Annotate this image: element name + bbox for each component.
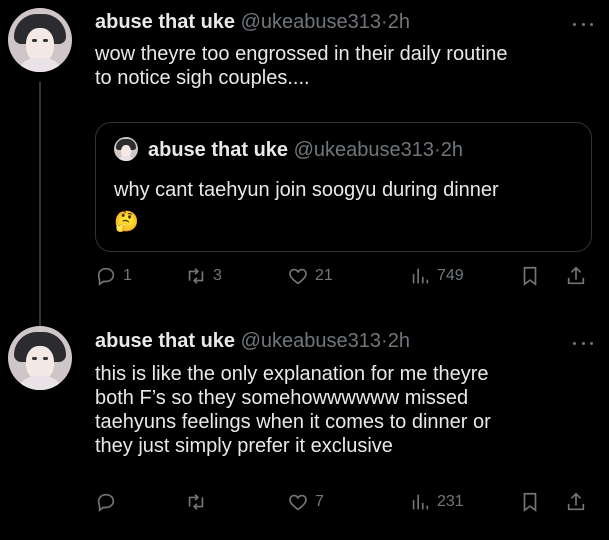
quoted-tweet[interactable]: abuse that uke @ukeabuse313·2h why cant … xyxy=(95,122,592,252)
reply-icon xyxy=(97,267,115,286)
user-handle[interactable]: @ukeabuse313 xyxy=(241,11,381,33)
views-count: 231 xyxy=(437,493,464,510)
tweet[interactable]: abuse that uke @ukeabuse313·2h this is l… xyxy=(0,310,609,540)
views-button[interactable]: 749 xyxy=(409,264,464,288)
retweet-icon xyxy=(188,268,204,284)
user-avatar[interactable] xyxy=(8,8,72,72)
views-icon xyxy=(412,494,429,510)
like-button[interactable]: 7 xyxy=(287,490,324,514)
reply-count: 1 xyxy=(123,267,132,284)
quote-text: why cant taehyun join soogyu during dinn… xyxy=(114,179,499,201)
bookmark-button[interactable] xyxy=(519,264,541,288)
like-icon xyxy=(289,494,307,511)
share-icon xyxy=(567,492,585,511)
separator-dot: · xyxy=(381,330,388,352)
views-button[interactable]: 231 xyxy=(409,490,464,514)
tweet-actions: 7 231 xyxy=(95,490,595,514)
share-button[interactable] xyxy=(565,264,587,288)
quote-header: abuse that uke @ukeabuse313·2h xyxy=(148,138,463,162)
reply-icon xyxy=(97,493,115,512)
like-icon xyxy=(289,268,307,285)
tweet-timestamp[interactable]: 2h xyxy=(388,330,410,352)
share-button[interactable] xyxy=(565,490,587,514)
timeline: abuse that uke @ukeabuse313·2h wow theyr… xyxy=(0,0,609,540)
separator-dot: · xyxy=(434,139,441,161)
tweet-text: wow theyre too engrossed in their daily … xyxy=(95,42,595,90)
tweet-text: this is like the only explanation for me… xyxy=(95,362,595,458)
tweet-text-line: to notice sigh couples.... xyxy=(95,67,310,89)
display-name[interactable]: abuse that uke xyxy=(95,330,235,352)
retweet-icon xyxy=(188,494,204,510)
views-count: 749 xyxy=(437,267,464,284)
bookmark-button[interactable] xyxy=(519,490,541,514)
user-avatar[interactable] xyxy=(8,326,72,390)
tweet[interactable]: abuse that uke @ukeabuse313·2h wow theyr… xyxy=(0,0,609,327)
quote-timestamp: 2h xyxy=(440,139,463,161)
tweet-timestamp[interactable]: 2h xyxy=(388,11,410,33)
display-name[interactable]: abuse that uke xyxy=(95,11,235,33)
tweet-text-line: wow theyre too engrossed in their daily … xyxy=(95,43,508,65)
thinking-face-emoji: 🤔 xyxy=(114,209,139,233)
bookmark-icon xyxy=(523,492,537,512)
quote-avatar[interactable] xyxy=(114,137,138,161)
thread-connector-line xyxy=(39,82,41,327)
retweet-button[interactable]: 3 xyxy=(185,264,222,288)
separator-dot: · xyxy=(381,11,388,33)
tweet-text-line: taehyuns feelings when it comes to dinne… xyxy=(95,411,491,433)
more-icon[interactable] xyxy=(573,20,593,28)
tweet-header: abuse that uke @ukeabuse313·2h xyxy=(95,329,410,353)
tweet-text-line: both F’s so they somehowwwwww missed xyxy=(95,387,469,409)
retweet-count: 3 xyxy=(213,267,222,284)
tweet-actions: 1 3 21 749 xyxy=(95,264,595,288)
quote-display-name: abuse that uke xyxy=(148,139,289,161)
like-count: 7 xyxy=(315,493,324,510)
like-count: 21 xyxy=(315,267,333,284)
views-icon xyxy=(412,268,429,284)
user-handle[interactable]: @ukeabuse313 xyxy=(241,330,381,352)
bookmark-icon xyxy=(523,266,537,286)
retweet-button[interactable] xyxy=(185,490,213,514)
share-icon xyxy=(567,266,585,285)
tweet-text-line: they just simply prefer it exclusive xyxy=(95,435,393,457)
reply-button[interactable] xyxy=(95,490,123,514)
more-icon[interactable] xyxy=(573,339,593,347)
reply-button[interactable]: 1 xyxy=(95,264,132,288)
quote-handle: @ukeabuse313 xyxy=(293,139,435,161)
like-button[interactable]: 21 xyxy=(287,264,333,288)
tweet-text-line: this is like the only explanation for me… xyxy=(95,363,489,385)
tweet-header: abuse that uke @ukeabuse313·2h xyxy=(95,10,410,34)
